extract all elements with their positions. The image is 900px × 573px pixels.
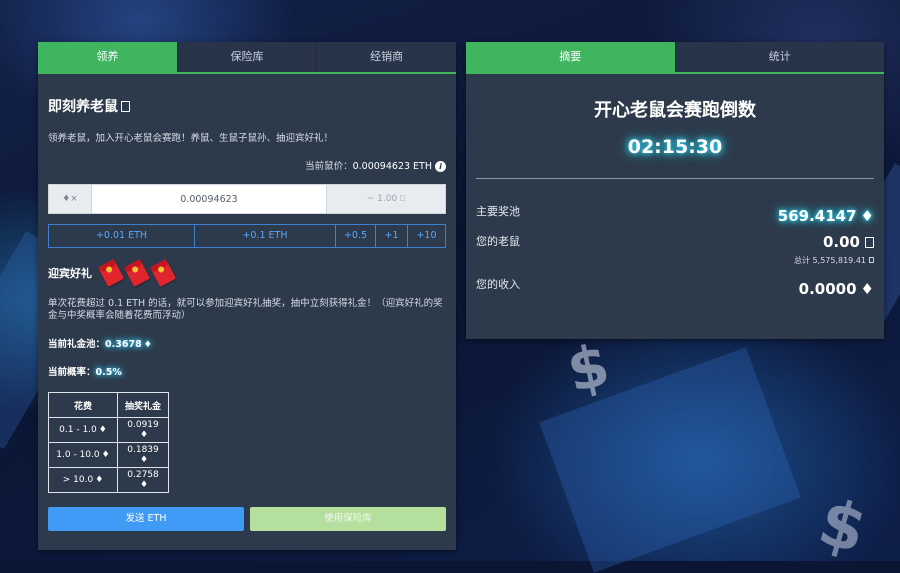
summary-panel: 摘要 统计 开心老鼠会赛跑倒数 02:15:30 主要奖池 569.4147 ♦ … bbox=[466, 42, 884, 339]
race-countdown-title: 开心老鼠会赛跑倒数 bbox=[594, 100, 756, 121]
add-0.1-eth-button[interactable]: +0.1 ETH bbox=[195, 225, 336, 247]
main-pool-label: 主要奖池 bbox=[476, 205, 520, 218]
my-income-label: 您的收入 bbox=[476, 278, 520, 291]
use-vault-button[interactable]: 使用保险库 bbox=[250, 507, 446, 531]
multiply-label: × bbox=[70, 194, 78, 204]
prize-value: 0.0919 bbox=[127, 420, 159, 430]
adopt-panel: 领养 保险库 经销商 即刻养老鼠 领养老鼠，加入开心老鼠会赛跑！养鼠、生鼠子鼠孙… bbox=[38, 42, 456, 550]
bonus-pool-label: 当前礼金池： bbox=[48, 339, 106, 350]
spend-range: 0.1 - 1.0 bbox=[59, 425, 97, 435]
my-mice-value-wrap: 0.00 bbox=[794, 233, 874, 251]
ethereum-icon: ♦ bbox=[860, 207, 874, 225]
eth-addon: ♦× bbox=[49, 185, 92, 213]
column-header-spend: 花费 bbox=[48, 392, 118, 418]
mice-estimate-value: ~ 1.00 bbox=[366, 194, 398, 204]
tab-adopt[interactable]: 领养 bbox=[38, 42, 178, 72]
ethereum-icon: ♦ bbox=[98, 425, 107, 435]
ethereum-icon: ♦ bbox=[139, 480, 149, 490]
current-odds: 当前概率：0.5% bbox=[48, 364, 446, 378]
tab-dealer[interactable]: 经销商 bbox=[317, 42, 456, 72]
tab-stats[interactable]: 统计 bbox=[676, 42, 885, 72]
mice-estimate: ~ 1.00 bbox=[326, 185, 445, 213]
prize-value: 0.2758 bbox=[127, 470, 159, 480]
price-label: 当前鼠价： bbox=[305, 161, 353, 172]
table-row: 1.0 - 10.0 ♦ 0.1839♦ bbox=[48, 442, 169, 468]
my-mice-row: 您的老鼠 0.00 总计 5,575,819.41 bbox=[476, 233, 874, 266]
table-header-row: 花费 抽奖礼金 bbox=[48, 392, 169, 418]
ethereum-icon: ♦ bbox=[101, 450, 110, 460]
ethereum-icon: ♦ bbox=[139, 455, 149, 465]
eth-amount-input[interactable] bbox=[92, 185, 326, 213]
table-cell: > 10.0 ♦ bbox=[48, 467, 118, 493]
my-income-value-wrap: 0.0000 ♦ bbox=[799, 280, 874, 298]
odds-value: 0.5% bbox=[95, 367, 122, 378]
welcome-bonus-label: 迎宾好礼 bbox=[48, 267, 92, 280]
current-bonus-pool: 当前礼金池：0.3678 ♦ bbox=[48, 336, 446, 350]
my-mice-label: 您的老鼠 bbox=[476, 235, 520, 248]
add-10-button[interactable]: +10 bbox=[408, 225, 445, 247]
spend-range: > 10.0 bbox=[62, 475, 94, 485]
adopt-title-text: 即刻养老鼠 bbox=[48, 99, 118, 115]
my-income-value: 0.0000 bbox=[798, 280, 857, 298]
quick-amount-buttons: +0.01 ETH +0.1 ETH +0.5 +1 +10 bbox=[48, 224, 446, 248]
welcome-bonus-title: 迎宾好礼 bbox=[48, 259, 446, 287]
race-countdown-timer: 02:15:30 bbox=[627, 136, 723, 158]
bonus-pool-value: 0.3678 bbox=[105, 339, 142, 350]
add-0.01-eth-button[interactable]: +0.01 ETH bbox=[49, 225, 195, 247]
mouse-icon bbox=[869, 257, 874, 263]
table-cell: 0.1839♦ bbox=[117, 442, 169, 468]
adopt-panel-tabs: 领养 保险库 经销商 bbox=[38, 42, 456, 74]
red-envelope-icon bbox=[123, 259, 151, 287]
send-eth-button[interactable]: 发送 ETH bbox=[48, 507, 244, 531]
mouse-icon bbox=[400, 195, 406, 201]
table-cell: 1.0 - 10.0 ♦ bbox=[48, 442, 118, 468]
total-mice-value: 总计 5,575,819.41 bbox=[794, 256, 866, 265]
adopt-intro: 领养老鼠，加入开心老鼠会赛跑！养鼠、生鼠子鼠孙、抽迎宾好礼！ bbox=[48, 133, 334, 144]
divider bbox=[476, 178, 874, 179]
my-mice-values: 0.00 总计 5,575,819.41 bbox=[794, 233, 874, 266]
ethereum-icon: ♦ bbox=[139, 430, 149, 440]
welcome-bonus-description: 单次花费超过 0.1 ETH 的话，就可以参加迎宾好礼抽奖，抽中立刻获得礼金！（… bbox=[48, 298, 443, 321]
action-buttons: 发送 ETH 使用保险库 bbox=[48, 507, 446, 531]
prize-value: 0.1839 bbox=[127, 445, 159, 455]
table-cell: 0.2758♦ bbox=[117, 467, 169, 493]
red-envelope-icon bbox=[149, 259, 177, 287]
mouse-icon bbox=[865, 237, 874, 248]
red-envelope-icon bbox=[97, 259, 125, 287]
odds-label: 当前概率： bbox=[48, 367, 96, 378]
table-row: 0.1 - 1.0 ♦ 0.0919♦ bbox=[48, 417, 169, 443]
ethereum-icon: ♦ bbox=[860, 280, 874, 298]
price-value: 0.00094623 ETH bbox=[352, 161, 432, 172]
total-mice: 总计 5,575,819.41 bbox=[794, 255, 874, 266]
mouse-icon bbox=[121, 101, 130, 112]
table-row: > 10.0 ♦ 0.2758♦ bbox=[48, 467, 169, 493]
add-0.5-button[interactable]: +0.5 bbox=[336, 225, 376, 247]
summary-panel-tabs: 摘要 统计 bbox=[466, 42, 884, 74]
info-icon[interactable]: i bbox=[435, 161, 446, 172]
spend-range: 1.0 - 10.0 bbox=[56, 450, 100, 460]
table-cell: 0.1 - 1.0 ♦ bbox=[48, 417, 118, 443]
tab-summary[interactable]: 摘要 bbox=[466, 42, 676, 72]
main-pool-row: 主要奖池 569.4147 ♦ bbox=[476, 203, 874, 225]
column-header-prize: 抽奖礼金 bbox=[117, 392, 169, 418]
ethereum-icon: ♦ bbox=[143, 340, 152, 350]
ethereum-icon: ♦ bbox=[95, 475, 104, 485]
tab-vault[interactable]: 保险库 bbox=[178, 42, 318, 72]
add-1-button[interactable]: +1 bbox=[376, 225, 408, 247]
my-mice-value: 0.00 bbox=[822, 233, 860, 251]
table-cell: 0.0919♦ bbox=[117, 417, 169, 443]
main-pool-value-wrap: 569.4147 ♦ bbox=[778, 207, 874, 225]
main-pool-value: 569.4147 bbox=[777, 207, 857, 225]
bonus-odds-table: 花费 抽奖礼金 0.1 - 1.0 ♦ 0.0919♦ 1.0 - 10.0 ♦ 0… bbox=[48, 392, 169, 493]
adopt-title: 即刻养老鼠 bbox=[48, 96, 446, 116]
eth-amount-group: ♦× ~ 1.00 bbox=[48, 184, 446, 214]
my-income-row: 您的收入 0.0000 ♦ bbox=[476, 276, 874, 298]
current-price: 当前鼠价：0.00094623 ETH i bbox=[48, 158, 446, 172]
